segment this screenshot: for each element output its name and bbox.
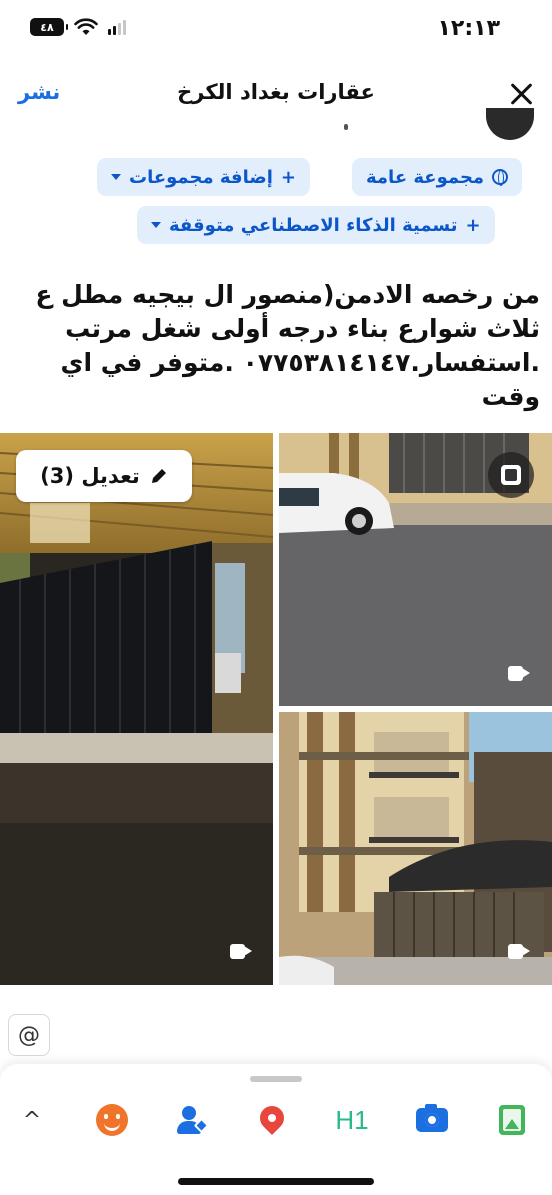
heading-icon[interactable]: H1 (332, 1100, 372, 1140)
signal-icon (108, 19, 126, 35)
add-groups-label: إضافة مجموعات (129, 166, 273, 188)
camera-icon[interactable] (412, 1100, 452, 1140)
caret-down-icon (151, 222, 161, 228)
caret-down-icon (111, 174, 121, 180)
home-indicator (178, 1178, 374, 1185)
edit-media-button[interactable]: تعديل (3) (16, 450, 192, 502)
mention-button[interactable]: @ (8, 1014, 50, 1056)
video-camera-icon (508, 944, 530, 959)
audience-chip[interactable]: مجموعة عامة (352, 158, 523, 196)
avatar (486, 108, 534, 140)
composer-header: نشر عقارات بغداد الكرخ (0, 62, 552, 126)
chevron-up-icon[interactable]: ^ (12, 1100, 52, 1140)
page-title: عقارات بغداد الكرخ (177, 80, 375, 104)
wifi-icon (74, 18, 98, 35)
globe-icon (492, 169, 509, 186)
video-camera-icon (508, 666, 530, 681)
pencil-icon (151, 469, 166, 483)
close-icon[interactable] (506, 78, 538, 110)
battery-level: ٤٨ (40, 20, 54, 34)
photo-icon[interactable] (492, 1100, 532, 1140)
check-in-icon[interactable] (252, 1100, 292, 1140)
feeling-icon[interactable] (92, 1100, 132, 1140)
gate-photo (0, 433, 273, 985)
status-icons: ٤٨ (30, 18, 126, 36)
plus-icon: + (280, 166, 296, 188)
post-text-input[interactable]: من رخصه الادمن(منصور ال بيجيه مطل ع ثلاث… (14, 278, 540, 414)
composer-toolbar: ^ H1 (0, 1064, 552, 1195)
add-groups-chip[interactable]: + إضافة مجموعات (97, 158, 310, 196)
edit-media-label: تعديل (3) (40, 464, 140, 488)
audience-label: مجموعة عامة (366, 166, 485, 188)
ai-label-chip[interactable]: + تسمية الذكاء الاصطناعي متوقفة (137, 206, 495, 244)
clock: ١٢:١٣ (437, 16, 500, 41)
drag-handle[interactable] (250, 1076, 302, 1082)
battery-icon: ٤٨ (30, 18, 68, 36)
author-name-fragment (344, 124, 348, 130)
video-camera-icon (230, 944, 252, 959)
plus-icon: + (465, 214, 481, 236)
status-bar: ٤٨ ١٢:١٣ (0, 0, 552, 60)
tag-people-icon[interactable] (172, 1100, 212, 1140)
media-item[interactable] (0, 433, 273, 985)
ai-label-text: تسمية الذكاء الاصطناعي متوقفة (169, 214, 458, 236)
reorder-icon[interactable] (488, 452, 534, 498)
